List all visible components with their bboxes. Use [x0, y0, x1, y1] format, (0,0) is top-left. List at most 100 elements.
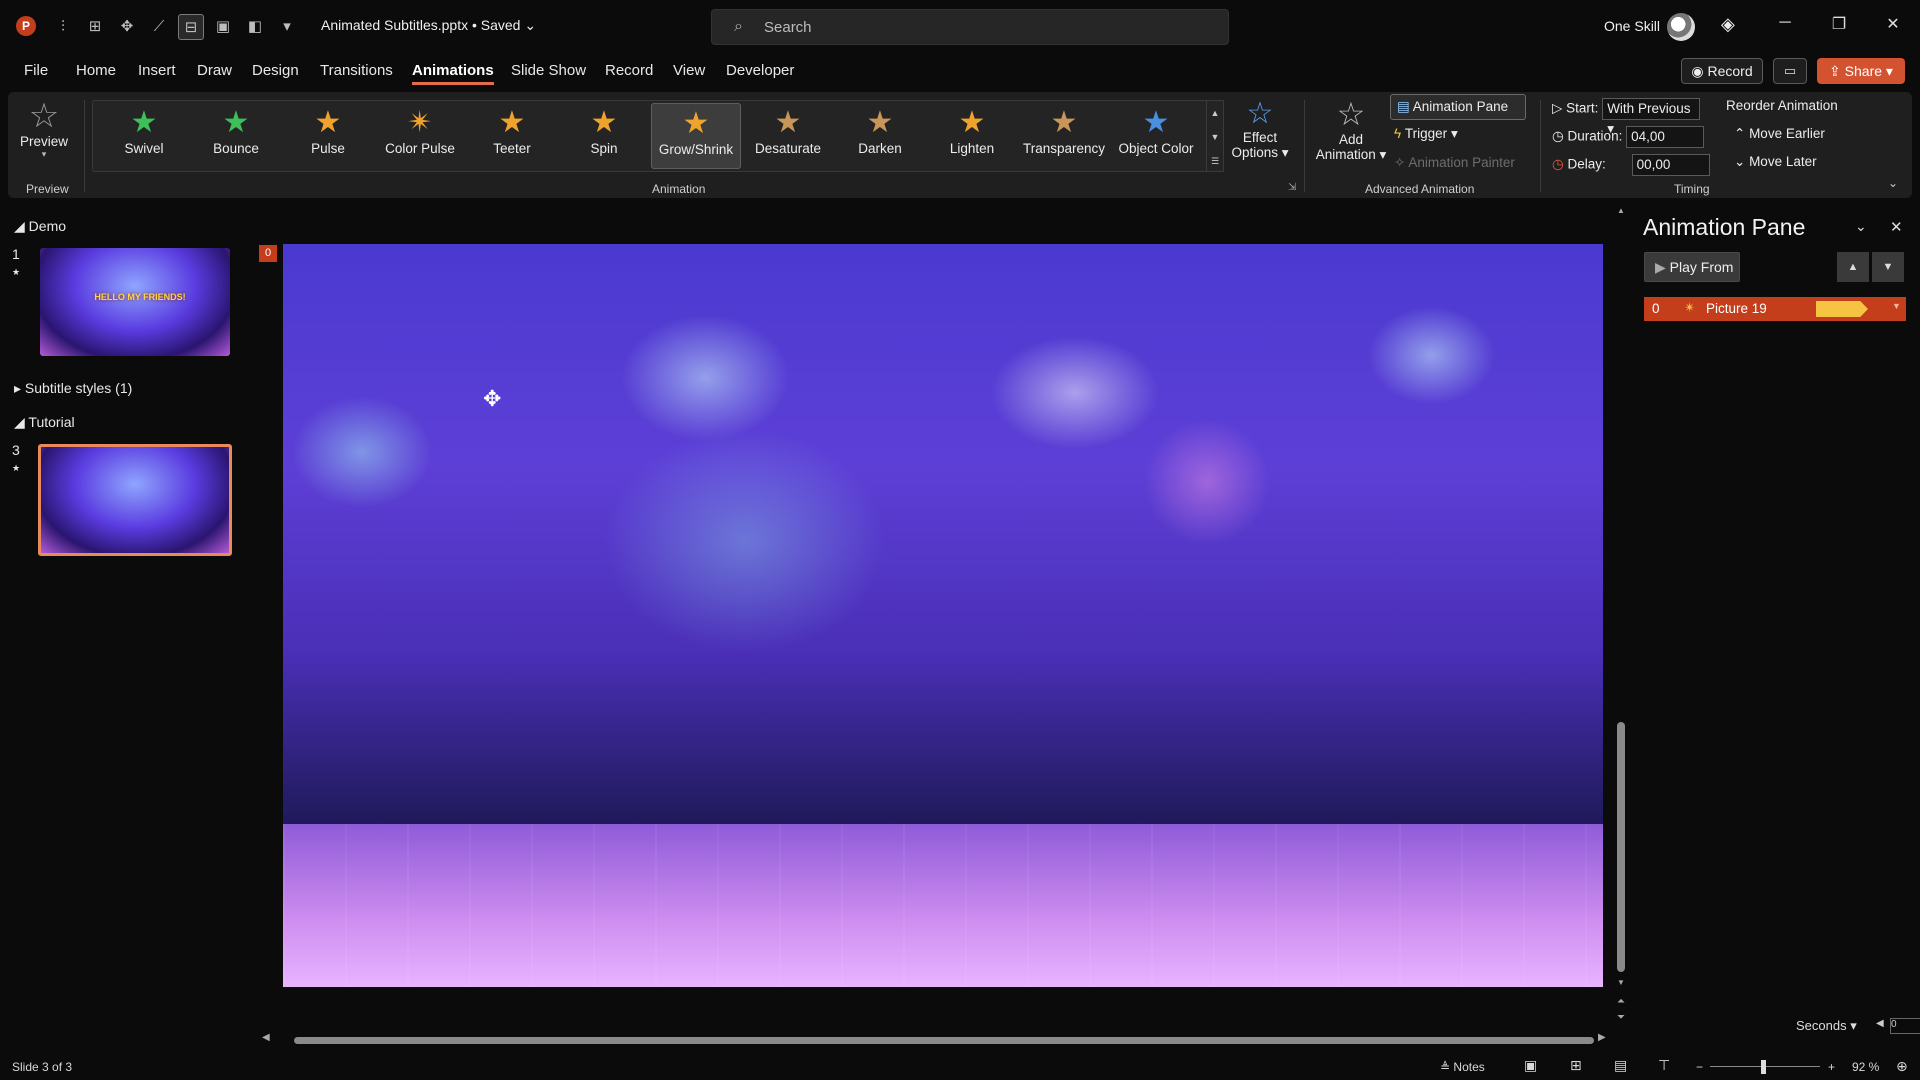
- tab-insert[interactable]: Insert: [138, 62, 176, 79]
- tab-design[interactable]: Design: [252, 62, 299, 79]
- close-icon[interactable]: ✕: [1890, 218, 1903, 236]
- scroll-down-icon[interactable]: ▼: [1614, 978, 1628, 987]
- slide-sorter-icon[interactable]: ⊞: [1570, 1057, 1582, 1074]
- restore-button[interactable]: ❐: [1824, 14, 1854, 34]
- add-animation-button[interactable]: ☆ Add Animation ▾: [1308, 96, 1394, 163]
- section-demo[interactable]: ◢ Demo: [14, 218, 66, 235]
- pane-options-icon[interactable]: ⌄: [1855, 218, 1867, 235]
- animation-sequence-tag[interactable]: 0: [259, 245, 277, 262]
- next-slide-icon[interactable]: ⏷: [1614, 1012, 1628, 1023]
- normal-view-icon[interactable]: ▣: [1524, 1057, 1537, 1074]
- customize-qat-icon[interactable]: ▾: [274, 14, 300, 40]
- timeline-bar[interactable]: [1816, 301, 1868, 317]
- section-subtitle-styles[interactable]: ▸ Subtitle styles (1): [14, 380, 132, 397]
- collapse-ribbon-icon[interactable]: ⌄: [1888, 176, 1898, 190]
- animation-teeter[interactable]: ★ Teeter: [467, 103, 557, 169]
- animation-darken[interactable]: ★ Darken: [835, 103, 925, 169]
- align-icon[interactable]: ⫶: [50, 14, 76, 40]
- tab-record[interactable]: Record: [605, 62, 653, 79]
- animation-object-color[interactable]: ★ Object Color: [1111, 103, 1201, 169]
- distribute-icon[interactable]: ⊞: [82, 14, 108, 40]
- move-icon[interactable]: ✥: [114, 14, 140, 40]
- premium-diamond-icon[interactable]: ◈: [1721, 14, 1735, 35]
- gallery-scroll[interactable]: ▲ ▼ ☰: [1206, 100, 1224, 172]
- move-up-button[interactable]: ▲: [1837, 252, 1869, 282]
- tab-file[interactable]: File: [24, 62, 48, 79]
- scroll-right-icon[interactable]: ▶: [1598, 1032, 1606, 1043]
- gallery-more-icon[interactable]: ☰: [1207, 149, 1223, 173]
- move-down-button[interactable]: ▼: [1872, 252, 1904, 282]
- animation-bounce[interactable]: ★ Bounce: [191, 103, 281, 169]
- animation-color-pulse[interactable]: ✴ Color Pulse: [375, 103, 465, 169]
- effect-options-button[interactable]: ☆ Effect Options ▾: [1230, 98, 1290, 161]
- user-name[interactable]: One Skill: [1604, 18, 1660, 34]
- vertical-scrollbar[interactable]: ▲ ▼ ⏶ ⏷: [1614, 206, 1628, 1028]
- trigger-button[interactable]: ϟ Trigger ▾: [1394, 126, 1458, 142]
- search-box[interactable]: ⌕: [711, 9, 1229, 45]
- animation-pane-button[interactable]: ▤ Animation Pane: [1390, 94, 1526, 120]
- scroll-up-icon[interactable]: ▲: [1614, 206, 1628, 215]
- slideshow-view-icon[interactable]: ⊤: [1658, 1057, 1670, 1074]
- fit-slide-icon[interactable]: ⊕: [1896, 1058, 1908, 1075]
- vertical-scroll-thumb[interactable]: [1617, 722, 1625, 972]
- animation-list-item[interactable]: 0 ✴ Picture 19 ▼: [1644, 297, 1906, 321]
- avatar[interactable]: [1667, 13, 1695, 41]
- group-icon[interactable]: ▣: [210, 14, 236, 40]
- seconds-dropdown[interactable]: Seconds ▾: [1796, 1018, 1857, 1034]
- notes-button[interactable]: ≜ Notes: [1440, 1060, 1485, 1074]
- item-dropdown-icon[interactable]: ▼: [1892, 301, 1901, 311]
- document-title[interactable]: Animated Subtitles.pptx • Saved ⌄: [321, 17, 536, 34]
- arrange-icon[interactable]: ⟋: [146, 14, 172, 40]
- zoom-out-icon[interactable]: −: [1696, 1060, 1703, 1074]
- animation-desaturate[interactable]: ★ Desaturate: [743, 103, 833, 169]
- slide-thumbnail-3[interactable]: [38, 444, 232, 556]
- duration-input[interactable]: 04,00: [1626, 126, 1705, 148]
- animation-swivel[interactable]: ★ Swivel: [99, 103, 189, 169]
- animation-lighten[interactable]: ★ Lighten: [927, 103, 1017, 169]
- timing-group-label: Timing: [1674, 182, 1710, 196]
- dialog-launcher-icon[interactable]: ⇲: [1288, 182, 1296, 193]
- share-button[interactable]: ⇪ Share ▾: [1817, 58, 1905, 84]
- delay-input[interactable]: 00,00: [1631, 154, 1710, 176]
- animation-spin[interactable]: ★ Spin: [559, 103, 649, 169]
- gallery-down-icon[interactable]: ▼: [1207, 125, 1223, 149]
- gallery-up-icon[interactable]: ▲: [1207, 101, 1223, 125]
- zoom-level[interactable]: 92 %: [1852, 1060, 1879, 1074]
- animation-painter-button[interactable]: ✧ Animation Painter: [1394, 155, 1515, 171]
- move-later-button[interactable]: ⌄ Move Later: [1734, 154, 1817, 170]
- timeline-left-icon[interactable]: ◀: [1876, 1018, 1884, 1029]
- horizontal-scroll-thumb[interactable]: [294, 1037, 1594, 1044]
- previous-slide-icon[interactable]: ⏶: [1614, 996, 1628, 1007]
- slide-canvas[interactable]: [283, 244, 1603, 987]
- minimize-button[interactable]: ─: [1770, 14, 1800, 32]
- comments-button[interactable]: ▭: [1773, 58, 1807, 84]
- duration-row: ◷ Duration: 04,00: [1552, 126, 1705, 148]
- tab-transitions[interactable]: Transitions: [320, 62, 393, 79]
- search-input[interactable]: [764, 16, 1204, 38]
- bring-front-icon[interactable]: ◧: [242, 14, 268, 40]
- zoom-in-icon[interactable]: +: [1828, 1060, 1835, 1074]
- animation-grow-shrink[interactable]: ★ Grow/Shrink: [651, 103, 741, 169]
- zoom-slider-thumb[interactable]: [1761, 1060, 1766, 1074]
- tab-animations[interactable]: Animations: [412, 62, 494, 85]
- start-select[interactable]: With Previous ▾: [1602, 98, 1701, 136]
- tab-home[interactable]: Home: [76, 62, 116, 79]
- move-earlier-button[interactable]: ⌃ Move Earlier: [1734, 126, 1825, 142]
- animation-label: Teeter: [493, 141, 531, 156]
- tab-view[interactable]: View: [673, 62, 705, 79]
- preview-button[interactable]: ☆ Preview ▾: [18, 98, 70, 168]
- reading-view-icon[interactable]: ▤: [1614, 1057, 1627, 1074]
- tab-slide-show[interactable]: Slide Show: [511, 62, 586, 79]
- animation-transparency[interactable]: ★ Transparency: [1019, 103, 1109, 169]
- slide-thumbnail-1[interactable]: HELLO MY FRIENDS!: [40, 248, 230, 356]
- close-button[interactable]: ✕: [1878, 14, 1908, 34]
- scroll-left-icon[interactable]: ◀: [262, 1032, 270, 1043]
- animation-pulse[interactable]: ★ Pulse: [283, 103, 373, 169]
- section-tutorial[interactable]: ◢ Tutorial: [14, 414, 75, 431]
- horizontal-scrollbar[interactable]: ◀ ▶: [262, 1032, 1610, 1048]
- tab-draw[interactable]: Draw: [197, 62, 232, 79]
- tab-developer[interactable]: Developer: [726, 62, 794, 79]
- record-button[interactable]: ◉ Record: [1681, 58, 1763, 84]
- align-center-icon[interactable]: ⊟: [178, 14, 204, 40]
- play-from-button[interactable]: ▶ Play From: [1644, 252, 1740, 282]
